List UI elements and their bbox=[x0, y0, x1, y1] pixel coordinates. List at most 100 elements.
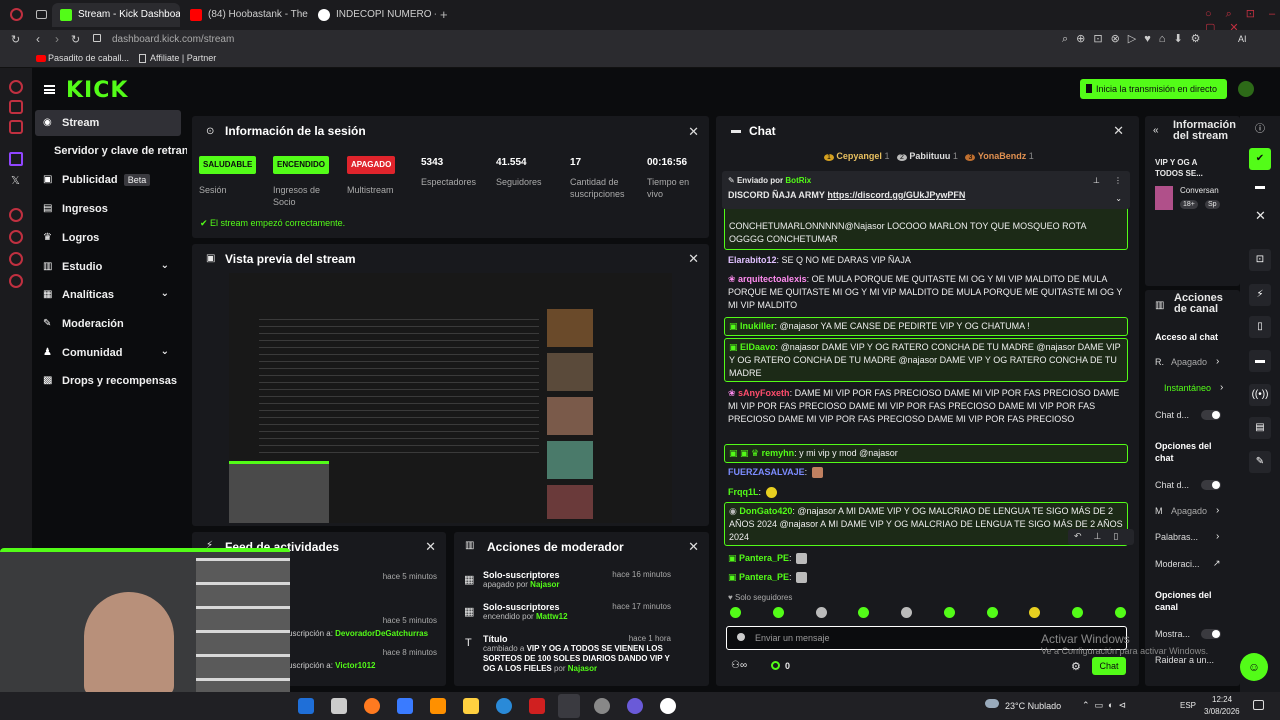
setting-label[interactable]: Palabras... bbox=[1155, 532, 1198, 542]
mod-user[interactable]: Mattw12 bbox=[536, 612, 568, 621]
speed-dial-icon[interactable] bbox=[9, 80, 23, 94]
kick-logo[interactable]: KICK bbox=[66, 78, 128, 103]
support-button[interactable]: ☺ bbox=[1240, 653, 1268, 681]
quick-action-7[interactable]: ✎ bbox=[1249, 451, 1271, 473]
url-field[interactable]: dashboard.kick.com/stream bbox=[112, 34, 234, 45]
taskbar-app-icon[interactable] bbox=[496, 698, 512, 714]
notification-icon[interactable] bbox=[1253, 700, 1264, 710]
chat-username[interactable]: ElDaavo bbox=[740, 342, 776, 352]
collapse-icon[interactable]: « bbox=[1153, 125, 1159, 136]
extension-icons[interactable]: ⌕⊕⊡⊗▷♥⌂⬇⚙ bbox=[1062, 32, 1209, 46]
reply-icon[interactable]: ↶ bbox=[1074, 531, 1094, 541]
taskbar-app-icon[interactable] bbox=[430, 698, 446, 714]
chat-username[interactable]: arquitectoalexis bbox=[738, 274, 807, 284]
pinned-link[interactable]: https://discord.gg/GUkJPywPFN bbox=[827, 190, 965, 200]
language-indicator[interactable]: ESP bbox=[1180, 701, 1196, 710]
close-icon[interactable]: ✕ bbox=[1255, 208, 1266, 224]
chevron-right-icon[interactable]: › bbox=[1220, 382, 1223, 393]
gifter-name[interactable]: Cepyangel bbox=[836, 151, 882, 161]
tray-icons[interactable]: ⌃▭◐⊲ bbox=[1082, 700, 1131, 711]
clock-time[interactable]: 12:24 bbox=[1212, 695, 1232, 704]
category-thumbnail[interactable] bbox=[1155, 186, 1173, 210]
chat-username[interactable]: Frqq1L bbox=[728, 487, 759, 497]
setting-value[interactable]: Instantáneo bbox=[1164, 383, 1211, 393]
taskbar-app-icon[interactable] bbox=[558, 694, 580, 718]
quick-action-2[interactable]: ⚡ bbox=[1249, 284, 1271, 306]
user-avatar[interactable] bbox=[1238, 81, 1254, 97]
taskbar-app-icon[interactable] bbox=[660, 698, 676, 714]
activity-user[interactable]: DevoradorDeGatchurras bbox=[335, 629, 428, 638]
chat-username[interactable]: Inukiller bbox=[740, 321, 775, 331]
setting-label[interactable]: Raidear a un... bbox=[1155, 655, 1214, 665]
setting-value[interactable]: Apagado bbox=[1171, 506, 1207, 516]
chevron-down-icon[interactable]: ⌄ bbox=[1115, 194, 1122, 203]
nav-community[interactable]: ♟ Comunidad ⌄ bbox=[35, 340, 181, 366]
external-link-icon[interactable]: ↗ bbox=[1213, 558, 1221, 569]
taskbar-app-icon[interactable] bbox=[331, 698, 347, 714]
ai-button[interactable]: AI bbox=[1238, 34, 1247, 44]
close-icon[interactable]: ✕ bbox=[1113, 123, 1124, 139]
emote-icon[interactable] bbox=[1072, 607, 1084, 618]
nav-ads[interactable]: ▣ Publicidad Beta bbox=[35, 167, 181, 193]
check-button[interactable]: ✔ bbox=[1249, 148, 1271, 170]
gear-icon[interactable]: ⚙ bbox=[1071, 660, 1081, 673]
chat-username[interactable]: sAnyFoxeth bbox=[738, 388, 790, 398]
tab-google[interactable]: INDECOPI NUMERO - Busc bbox=[310, 3, 436, 27]
forward-icon[interactable]: › bbox=[55, 32, 59, 46]
delete-icon[interactable]: ▯ bbox=[1113, 531, 1130, 541]
nav-studio[interactable]: ▥ Estudio ⌄ bbox=[35, 254, 181, 280]
chat-toggle[interactable] bbox=[1201, 410, 1221, 420]
taskbar-app-icon[interactable] bbox=[397, 698, 413, 714]
emote-icon[interactable] bbox=[1029, 607, 1041, 618]
emote-icon[interactable] bbox=[858, 607, 870, 618]
emote-icon[interactable] bbox=[1114, 607, 1126, 618]
close-icon[interactable]: ✕ bbox=[688, 124, 699, 140]
emote-picker-icon[interactable] bbox=[737, 633, 745, 641]
nav-server-key[interactable]: Servidor y clave de retransn bbox=[35, 138, 187, 164]
taskbar-app-icon[interactable] bbox=[298, 698, 314, 714]
messenger-icon[interactable] bbox=[9, 100, 23, 114]
chat-username[interactable]: Elarabito12 bbox=[728, 255, 777, 265]
nav-revenue[interactable]: ▤ Ingresos bbox=[35, 196, 181, 222]
nav-drops[interactable]: ▩ Drops y recompensas bbox=[35, 368, 181, 394]
nav-achievements[interactable]: ♛ Logros bbox=[35, 225, 181, 251]
new-tab-button[interactable]: + bbox=[440, 7, 448, 22]
mod-user[interactable]: Najasor bbox=[568, 664, 597, 673]
back-icon[interactable]: ‹ bbox=[36, 32, 40, 46]
quick-action-5[interactable]: ((•)) bbox=[1249, 384, 1271, 406]
youtube-side-icon[interactable] bbox=[9, 120, 23, 134]
chat-toggle[interactable] bbox=[1201, 480, 1221, 490]
bookmark-affiliate[interactable]: Affiliate | Partner bbox=[150, 53, 216, 63]
gifter-name[interactable]: YonaBendz bbox=[978, 151, 1026, 161]
tab-kick-dashboard[interactable]: Stream - Kick Dashboard bbox=[52, 3, 180, 27]
nav-moderation[interactable]: ✎ Moderación bbox=[35, 311, 181, 337]
pin-icon[interactable]: ⊥ bbox=[1093, 176, 1100, 185]
go-live-button[interactable]: Inicia la transmisión en directo bbox=[1080, 79, 1227, 99]
tab-youtube[interactable]: (84) Hoobastank - The bbox=[182, 3, 308, 27]
quick-action-4[interactable]: ▬ bbox=[1249, 350, 1271, 372]
chat-username[interactable]: DonGato420 bbox=[739, 506, 792, 516]
emote-icon[interactable] bbox=[901, 607, 913, 618]
chevron-right-icon[interactable]: › bbox=[1216, 531, 1219, 542]
emote-icon[interactable] bbox=[730, 607, 741, 618]
refresh-icon[interactable]: ↻ bbox=[71, 33, 80, 46]
mod-user[interactable]: Najasor bbox=[530, 580, 559, 589]
hamburger-menu-icon[interactable] bbox=[44, 85, 55, 94]
nav-analytics[interactable]: ▦ Analíticas ⌄ bbox=[35, 282, 181, 308]
taskbar-app-icon[interactable] bbox=[463, 698, 479, 714]
setting-value[interactable]: Apagado bbox=[1171, 357, 1207, 367]
quick-action-6[interactable]: ▤ bbox=[1249, 417, 1271, 439]
stream-preview-video[interactable] bbox=[229, 273, 672, 523]
nav-stream[interactable]: ◉ Stream bbox=[35, 110, 181, 136]
clock-date[interactable]: 3/08/2026 bbox=[1204, 707, 1240, 716]
x-icon[interactable]: 𝕏 bbox=[11, 174, 20, 187]
pin-icon[interactable]: ⊥ bbox=[1094, 531, 1114, 541]
twitch-icon[interactable] bbox=[9, 152, 23, 166]
setting-label[interactable]: Moderaci... bbox=[1155, 559, 1200, 569]
taskbar-app-icon[interactable] bbox=[529, 698, 545, 714]
info-icon[interactable]: ⓘ bbox=[1255, 120, 1265, 135]
pinned-user[interactable]: BotRix bbox=[785, 176, 811, 185]
emote-icon[interactable] bbox=[815, 607, 827, 618]
taskbar-app-icon[interactable] bbox=[594, 698, 610, 714]
more-icon[interactable]: ⋮ bbox=[1114, 176, 1122, 185]
